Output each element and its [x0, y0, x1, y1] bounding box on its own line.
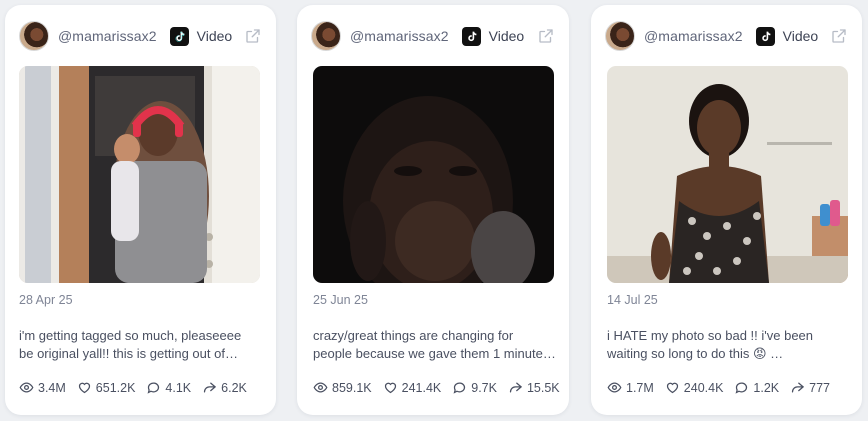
- share-icon: [792, 382, 804, 393]
- views-count: 1.7M: [626, 380, 654, 395]
- views-count: 859.1K: [332, 380, 372, 395]
- likes-stat: 240.4K: [665, 380, 724, 395]
- post-date: 25 Jun 25: [313, 293, 368, 307]
- views-stat: 859.1K: [313, 380, 372, 395]
- caption-line: i'm getting tagged so much, pleaseeee: [19, 328, 242, 343]
- comments-count: 4.1K: [165, 380, 192, 395]
- eye-icon: [19, 382, 34, 393]
- shares-count: 777: [809, 380, 830, 395]
- post-caption: crazy/great things are changing for peop…: [313, 327, 559, 363]
- caption-line: be original yall!! this is getting out o…: [19, 346, 238, 361]
- post-card[interactable]: @mamarissax2 Video 25 Jun 25 crazy/great…: [297, 5, 569, 415]
- comment-icon: [735, 382, 748, 394]
- post-caption: i'm getting tagged so much, pleaseeee be…: [19, 327, 266, 363]
- content-type-label: Video: [782, 28, 819, 44]
- tiktok-icon: [169, 26, 189, 46]
- caption-line: i HATE my photo so bad !! i've been: [607, 328, 814, 343]
- post-stats: 3.4M 651.2K 4.1K 6.2K: [19, 380, 266, 395]
- creator-handle[interactable]: @mamarissax2: [644, 28, 743, 44]
- creator-handle[interactable]: @mamarissax2: [58, 28, 157, 44]
- share-icon: [509, 382, 522, 393]
- comments-count: 1.2K: [753, 380, 780, 395]
- shares-count: 15.5K: [526, 380, 560, 395]
- shares-stat: 15.5K: [508, 380, 560, 395]
- comment-icon: [453, 382, 466, 394]
- comments-stat: 4.1K: [146, 380, 191, 395]
- content-type-label: Video: [196, 28, 233, 44]
- post-card[interactable]: @mamarissax2 Video: [591, 5, 862, 415]
- caption-line: waiting so long to do this 😡 …: [607, 346, 784, 361]
- video-thumbnail[interactable]: [607, 66, 848, 283]
- likes-count: 241.4K: [401, 380, 442, 395]
- comments-stat: 9.7K: [452, 380, 497, 395]
- avatar[interactable]: [605, 21, 635, 51]
- shares-stat: 6.2K: [202, 380, 247, 395]
- likes-count: 240.4K: [683, 380, 724, 395]
- likes-stat: 651.2K: [77, 380, 136, 395]
- views-stat: 3.4M: [19, 380, 66, 395]
- card-header: @mamarissax2 Video: [311, 19, 555, 53]
- card-header: @mamarissax2 Video: [19, 19, 262, 53]
- heart-icon: [78, 382, 90, 394]
- external-link-icon[interactable]: [830, 27, 848, 45]
- external-link-icon[interactable]: [244, 27, 262, 45]
- post-stats: 859.1K 241.4K 9.7K 15.5K: [313, 380, 560, 395]
- external-link-icon[interactable]: [537, 27, 555, 45]
- share-icon: [204, 382, 216, 393]
- video-thumbnail[interactable]: [313, 66, 554, 283]
- heart-icon: [666, 382, 678, 394]
- eye-icon: [313, 382, 328, 393]
- likes-count: 651.2K: [95, 380, 136, 395]
- comment-icon: [147, 382, 160, 394]
- card-header: @mamarissax2 Video: [605, 19, 848, 53]
- tiktok-icon: [461, 26, 481, 46]
- tiktok-icon: [755, 26, 775, 46]
- views-stat: 1.7M: [607, 380, 654, 395]
- post-caption: i HATE my photo so bad !! i've been wait…: [607, 327, 852, 363]
- comments-count: 9.7K: [471, 380, 497, 395]
- creator-handle[interactable]: @mamarissax2: [350, 28, 449, 44]
- post-stats: 1.7M 240.4K 1.2K 777: [607, 380, 852, 395]
- caption-line: people because we gave them 1 minute…: [313, 346, 556, 361]
- eye-icon: [607, 382, 622, 393]
- shares-stat: 777: [790, 380, 830, 395]
- avatar[interactable]: [311, 21, 341, 51]
- avatar[interactable]: [19, 21, 49, 51]
- likes-stat: 241.4K: [383, 380, 442, 395]
- video-thumbnail[interactable]: [19, 66, 260, 283]
- caption-line: crazy/great things are changing for: [313, 328, 514, 343]
- post-date: 28 Apr 25: [19, 293, 73, 307]
- post-date: 14 Jul 25: [607, 293, 658, 307]
- shares-count: 6.2K: [221, 380, 247, 395]
- post-card[interactable]: @mamarissax2 Video: [5, 5, 276, 415]
- heart-icon: [384, 382, 396, 394]
- comments-stat: 1.2K: [734, 380, 779, 395]
- content-type-label: Video: [488, 28, 525, 44]
- views-count: 3.4M: [38, 380, 66, 395]
